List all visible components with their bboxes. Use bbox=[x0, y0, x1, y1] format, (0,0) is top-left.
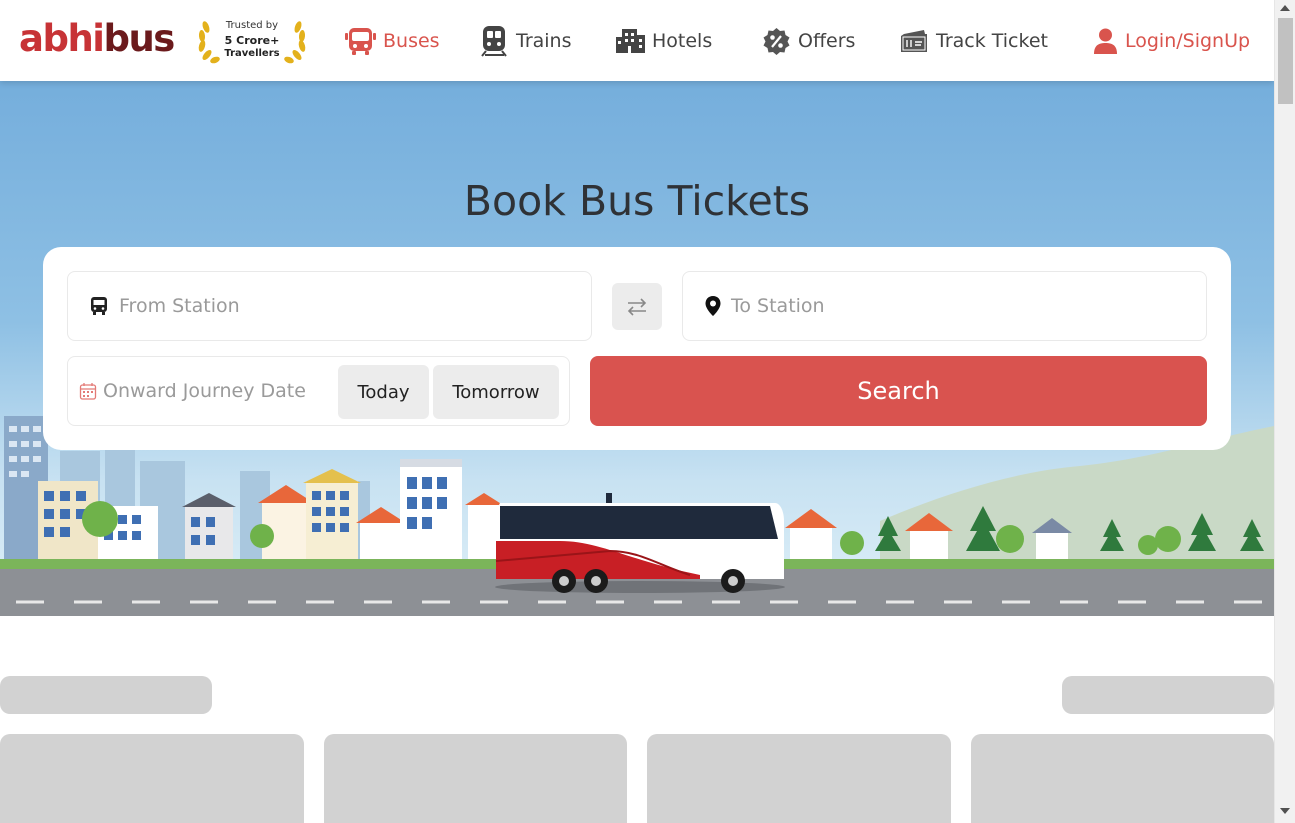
nav-offers-label: Offers bbox=[798, 30, 856, 52]
skeleton-card bbox=[971, 734, 1274, 823]
bus-icon bbox=[345, 28, 376, 55]
nav-track-label: Track Ticket bbox=[936, 30, 1048, 52]
bus-small-icon bbox=[91, 297, 107, 315]
nav-login-signup[interactable]: Login/SignUp bbox=[1093, 24, 1250, 58]
search-button[interactable]: Search bbox=[590, 356, 1207, 426]
ticket-icon bbox=[901, 30, 927, 52]
hero-banner: Book Bus Tickets From Station To Station… bbox=[0, 81, 1274, 616]
nav-trains-label: Trains bbox=[516, 30, 572, 52]
vertical-scrollbar[interactable] bbox=[1274, 0, 1295, 823]
skeleton-card bbox=[324, 734, 627, 823]
scroll-up-arrow-icon[interactable] bbox=[1280, 5, 1290, 11]
trusted-line3: Travellers bbox=[224, 48, 280, 59]
skeleton-card bbox=[647, 734, 951, 823]
skeleton-card bbox=[0, 734, 304, 823]
calendar-icon bbox=[79, 382, 97, 400]
date-placeholder: Onward Journey Date bbox=[103, 380, 306, 402]
trusted-line2: 5 Crore+ bbox=[224, 34, 280, 47]
trusted-badge: Trusted by 5 Crore+ Travellers bbox=[196, 17, 308, 65]
offers-icon bbox=[763, 27, 790, 55]
train-icon bbox=[481, 26, 507, 57]
nav-buses-label: Buses bbox=[383, 30, 440, 52]
from-station-field[interactable]: From Station bbox=[67, 271, 592, 341]
nav-hotels[interactable]: Hotels bbox=[616, 24, 712, 58]
to-station-placeholder: To Station bbox=[731, 295, 825, 317]
from-station-placeholder: From Station bbox=[119, 295, 240, 317]
hotel-icon bbox=[616, 29, 645, 53]
skeleton-link bbox=[1062, 676, 1274, 714]
nav-offers[interactable]: Offers bbox=[762, 24, 855, 58]
trusted-line1: Trusted by bbox=[225, 20, 279, 31]
tomorrow-button[interactable]: Tomorrow bbox=[433, 365, 559, 419]
swap-icon bbox=[627, 297, 647, 316]
nav-login-label: Login/SignUp bbox=[1125, 30, 1251, 52]
page: abhibus Trusted by 5 Crore+ Travellers B… bbox=[0, 0, 1274, 823]
nav-hotels-label: Hotels bbox=[652, 30, 713, 52]
user-icon bbox=[1094, 28, 1117, 54]
location-pin-icon bbox=[705, 296, 721, 316]
bus-graphic bbox=[495, 493, 785, 593]
to-station-field[interactable]: To Station bbox=[682, 271, 1207, 341]
nav-trains[interactable]: Trains bbox=[480, 24, 572, 58]
today-button[interactable]: Today bbox=[338, 365, 429, 419]
journey-date-field[interactable]: Onward Journey Date Today Tomorrow bbox=[67, 356, 570, 426]
nav-track-ticket[interactable]: Track Ticket bbox=[900, 24, 1048, 58]
search-card: From Station To Station Onward Journey D… bbox=[43, 247, 1231, 450]
scrollbar-thumb[interactable] bbox=[1278, 18, 1293, 104]
abhibus-logo[interactable]: abhibus bbox=[19, 17, 175, 61]
scroll-down-arrow-icon[interactable] bbox=[1280, 808, 1290, 814]
swap-stations-button[interactable] bbox=[612, 283, 662, 330]
hero-title: Book Bus Tickets bbox=[463, 177, 811, 225]
nav-buses[interactable]: Buses bbox=[345, 24, 440, 58]
skeleton-heading bbox=[0, 676, 212, 714]
top-nav: abhibus Trusted by 5 Crore+ Travellers B… bbox=[0, 0, 1274, 81]
